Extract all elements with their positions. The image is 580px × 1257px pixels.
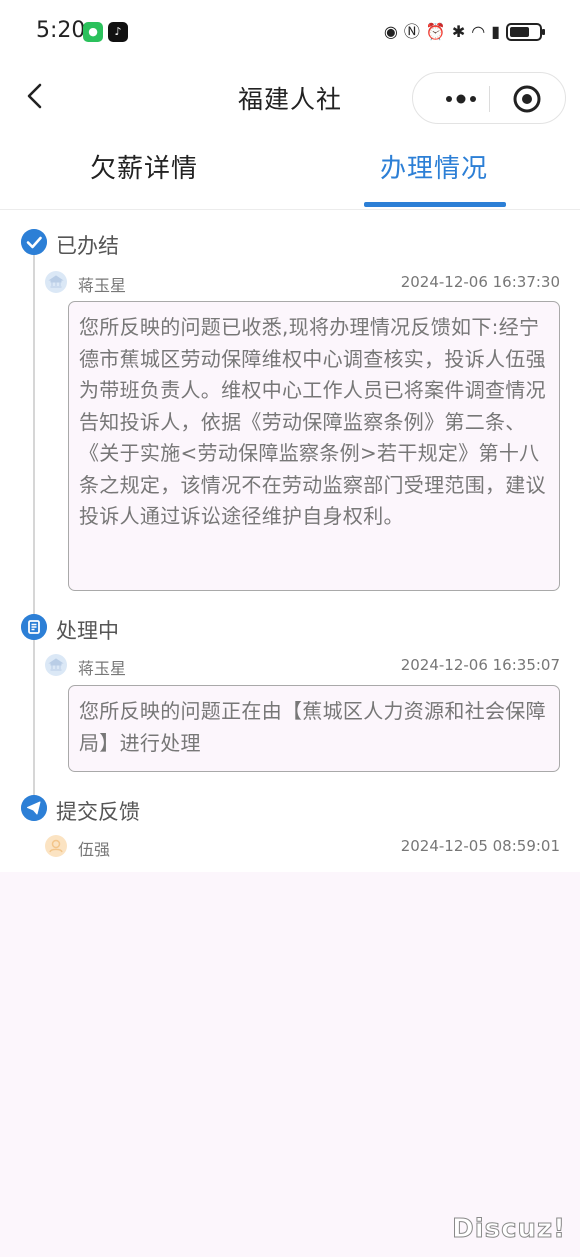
capsule-divider bbox=[489, 86, 490, 112]
handler-avatar bbox=[45, 271, 67, 293]
send-icon bbox=[21, 795, 47, 821]
more-icon[interactable] bbox=[435, 73, 487, 125]
wechat-icon: ● bbox=[83, 22, 103, 42]
message-bubble: 您所反映的问题已收悉,现将办理情况反馈如下:经宁德市蕉城区劳动保障维权中心调查核… bbox=[68, 301, 560, 591]
signal-icon: ▮ bbox=[491, 22, 500, 41]
wifi-icon: ◠ bbox=[471, 22, 486, 41]
handler-avatar bbox=[45, 654, 67, 676]
timeline-line bbox=[33, 248, 35, 798]
step-status: 已办结 bbox=[56, 234, 119, 258]
tab-bar: 欠薪详情 办理情况 bbox=[0, 140, 580, 210]
system-icons: ◉ Ⓝ ⏰ ✱ ◠ ▮ bbox=[383, 20, 545, 44]
eye-icon: ◉ bbox=[383, 22, 398, 41]
battery-level bbox=[510, 27, 530, 37]
active-tab-indicator bbox=[364, 202, 506, 207]
nav-bar: 福建人社 bbox=[0, 64, 580, 130]
step-status: 处理中 bbox=[56, 619, 119, 643]
watermark: Discuz! bbox=[452, 1214, 566, 1245]
tab-processing-status[interactable]: 办理情况 bbox=[380, 148, 488, 204]
mini-program-capsule bbox=[412, 72, 566, 124]
submitter-name: 伍强 bbox=[78, 840, 111, 859]
battery-icon bbox=[506, 23, 545, 41]
handler-name: 蒋玉星 bbox=[78, 276, 127, 295]
alarm-icon: ⏰ bbox=[425, 22, 446, 41]
step-time: 2024-12-05 08:59:01 bbox=[400, 837, 560, 855]
processing-icon bbox=[21, 614, 47, 640]
status-bar: 5:20 ● ♪ ◉ Ⓝ ⏰ ✱ ◠ ▮ bbox=[0, 0, 580, 64]
bank-icon bbox=[48, 275, 64, 288]
step-time: 2024-12-06 16:37:30 bbox=[400, 273, 560, 291]
user-icon bbox=[49, 839, 63, 853]
step-time: 2024-12-06 16:35:07 bbox=[400, 656, 560, 674]
handler-name: 蒋玉星 bbox=[78, 659, 127, 678]
message-bubble: 您所反映的问题正在由【蕉城区人力资源和社会保障局】进行处理 bbox=[68, 685, 560, 772]
step-status: 提交反馈 bbox=[56, 800, 140, 824]
bank-icon bbox=[48, 658, 64, 671]
bluetooth-icon: ✱ bbox=[451, 22, 466, 41]
tab-wage-details[interactable]: 欠薪详情 bbox=[90, 148, 198, 204]
status-time: 5:20 bbox=[36, 18, 86, 43]
tiktok-icon: ♪ bbox=[108, 22, 128, 42]
nfc-icon: Ⓝ bbox=[403, 22, 420, 41]
check-icon bbox=[21, 229, 47, 255]
close-target-icon[interactable] bbox=[511, 83, 543, 115]
submitter-avatar bbox=[45, 835, 67, 857]
